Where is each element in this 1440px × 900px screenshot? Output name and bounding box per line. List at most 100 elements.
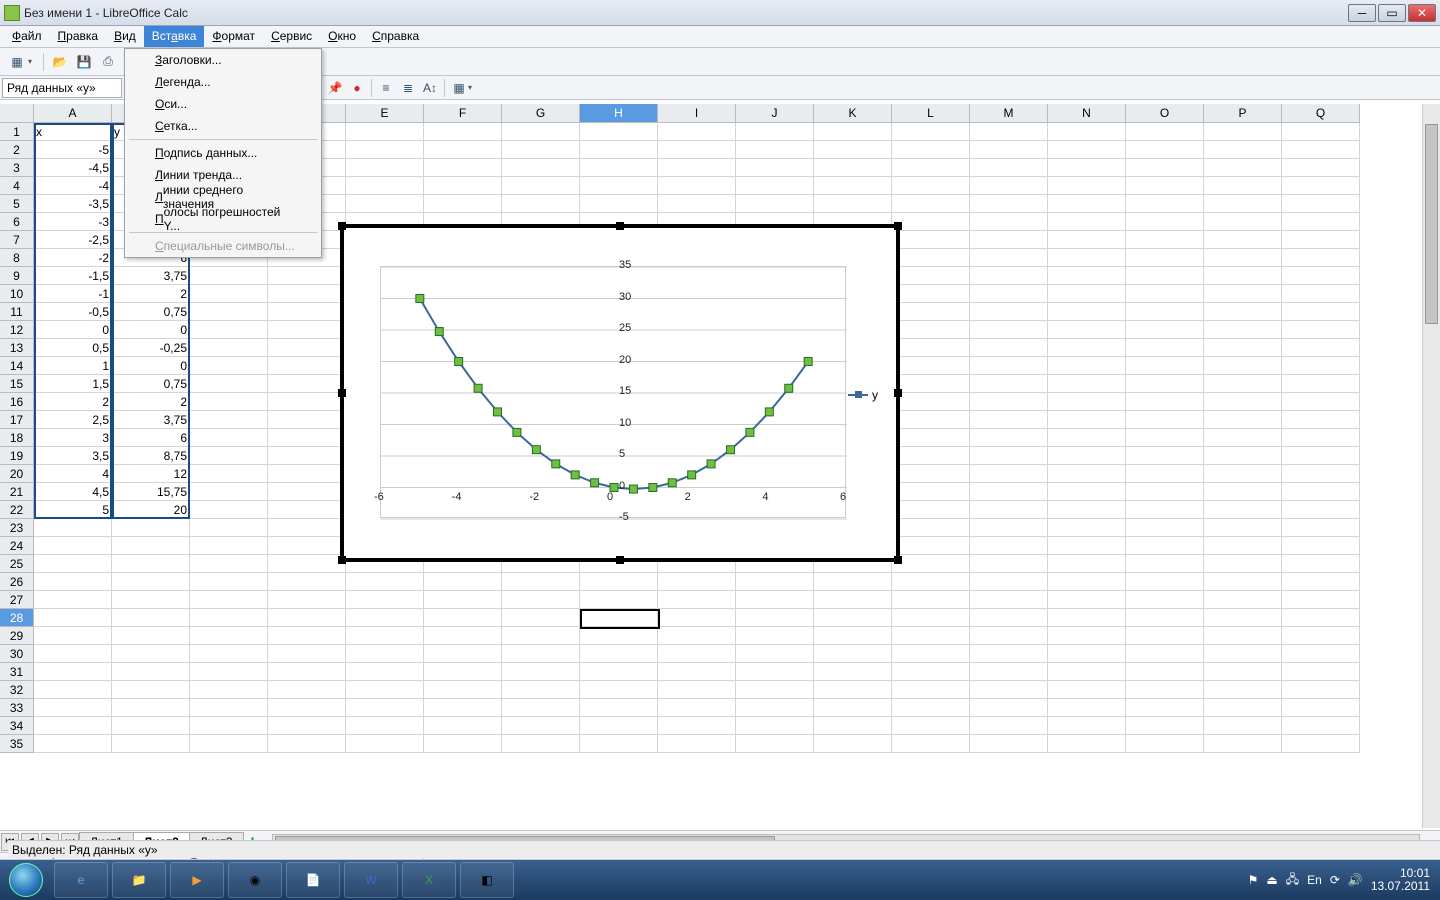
resize-handle-sw[interactable] [338,556,346,564]
cell[interactable] [892,591,970,609]
insert-menu-item[interactable]: Легенда... [125,71,321,93]
cell[interactable] [346,645,424,663]
cell[interactable] [1204,231,1282,249]
cell[interactable] [190,285,268,303]
cell[interactable] [1126,231,1204,249]
start-button[interactable] [0,860,52,900]
select-all-corner[interactable] [0,104,34,123]
row-header-15[interactable]: 15 [0,375,34,393]
tray-updates-icon[interactable]: ⟳ [1330,873,1340,887]
cell[interactable] [1282,123,1360,141]
cell[interactable] [1048,375,1126,393]
cell[interactable] [1204,537,1282,555]
cell[interactable] [112,555,190,573]
row-header-25[interactable]: 25 [0,555,34,573]
cell[interactable] [1282,699,1360,717]
cell[interactable] [190,717,268,735]
cell[interactable] [736,177,814,195]
cell[interactable] [268,699,346,717]
cell[interactable] [1204,141,1282,159]
cell[interactable] [1048,429,1126,447]
v-scroll-thumb[interactable] [1425,124,1438,324]
cell[interactable] [1126,429,1204,447]
cell[interactable] [502,123,580,141]
cell[interactable] [1126,123,1204,141]
cell[interactable] [736,663,814,681]
cell[interactable]: 2 [112,393,190,411]
cell[interactable] [1126,213,1204,231]
row-header-1[interactable]: 1 [0,123,34,141]
col-header-K[interactable]: K [814,104,892,123]
row-header-14[interactable]: 14 [0,357,34,375]
row-header-35[interactable]: 35 [0,735,34,753]
cell[interactable]: 0 [34,321,112,339]
cell[interactable] [970,339,1048,357]
cell[interactable] [268,519,346,537]
cell[interactable] [1282,717,1360,735]
print-button[interactable]: ⎙ [97,51,119,73]
cell[interactable] [502,609,580,627]
cell[interactable] [268,681,346,699]
cell[interactable] [892,735,970,753]
cell[interactable] [268,447,346,465]
cell[interactable] [112,663,190,681]
cell[interactable] [1282,375,1360,393]
cell[interactable] [1126,537,1204,555]
row-header-30[interactable]: 30 [0,645,34,663]
cell[interactable] [1204,483,1282,501]
cell[interactable] [1204,573,1282,591]
cell[interactable] [1204,339,1282,357]
row-header-6[interactable]: 6 [0,213,34,231]
format-pin-icon[interactable]: 📌 [324,77,346,99]
tray-flag-icon[interactable]: ⚑ [1248,873,1259,887]
cell[interactable] [1282,393,1360,411]
cell[interactable] [1204,465,1282,483]
cell[interactable] [190,663,268,681]
col-header-J[interactable]: J [736,104,814,123]
cell[interactable] [580,699,658,717]
cell[interactable] [1204,375,1282,393]
cell[interactable]: 2 [112,285,190,303]
cell[interactable] [1126,735,1204,753]
cell[interactable] [424,663,502,681]
cell[interactable] [1204,681,1282,699]
cell[interactable] [1282,609,1360,627]
cell[interactable] [658,141,736,159]
cell[interactable] [1048,249,1126,267]
cell[interactable] [424,177,502,195]
cell[interactable] [1204,411,1282,429]
cell[interactable] [736,627,814,645]
row-header-29[interactable]: 29 [0,627,34,645]
cell[interactable] [190,303,268,321]
cell[interactable] [1204,285,1282,303]
resize-handle-se[interactable] [894,556,902,564]
menu-вставка[interactable]: Вставка [144,26,205,47]
cell[interactable] [1204,447,1282,465]
cell[interactable] [892,717,970,735]
cell[interactable] [1282,213,1360,231]
cell[interactable] [1126,519,1204,537]
menu-файл[interactable]: Файл [4,26,50,47]
cell[interactable] [190,573,268,591]
cell[interactable] [346,699,424,717]
cell[interactable] [814,141,892,159]
cell[interactable] [1204,429,1282,447]
cell[interactable] [34,537,112,555]
tray-volume-icon[interactable]: 🔊 [1348,873,1363,887]
cell[interactable] [268,285,346,303]
cell[interactable] [424,123,502,141]
cell[interactable] [1048,231,1126,249]
cell[interactable]: -0,25 [112,339,190,357]
cell[interactable] [112,609,190,627]
cell[interactable] [112,699,190,717]
cell[interactable] [892,483,970,501]
menu-правка[interactable]: Правка [50,26,107,47]
cell[interactable] [346,591,424,609]
cell[interactable] [1126,393,1204,411]
cell[interactable] [814,735,892,753]
cell[interactable] [814,123,892,141]
cell[interactable] [1282,555,1360,573]
cell[interactable] [892,303,970,321]
cell[interactable] [814,699,892,717]
cell[interactable] [1048,627,1126,645]
